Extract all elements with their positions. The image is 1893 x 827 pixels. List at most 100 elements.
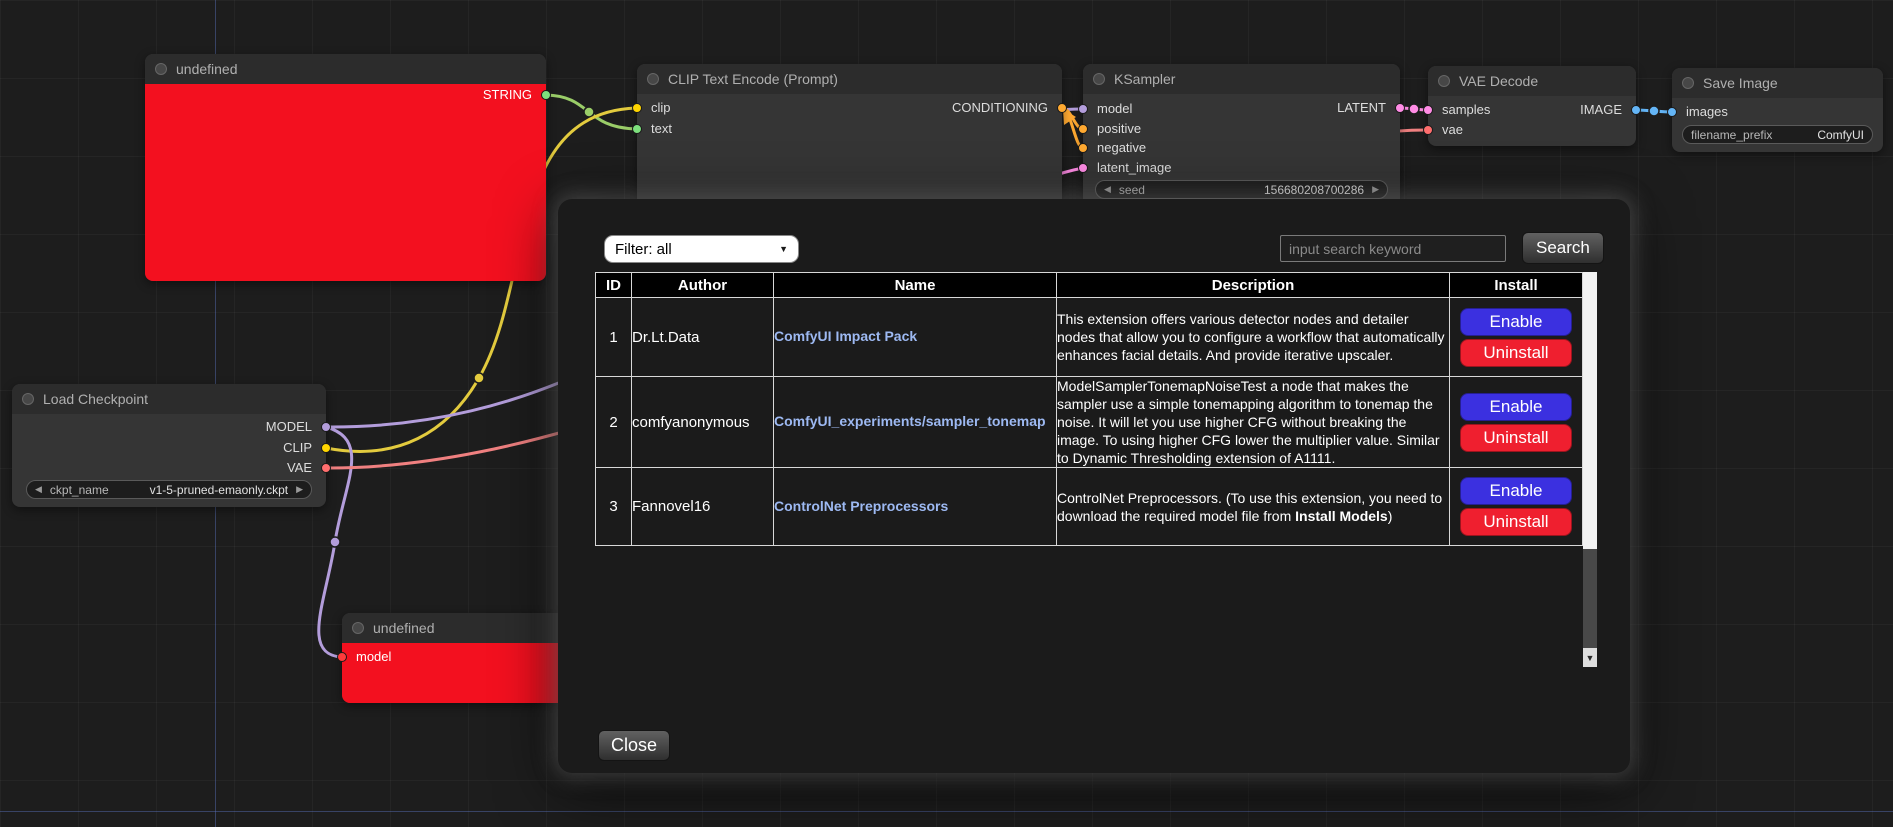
header-description: Description bbox=[1057, 273, 1450, 298]
node-title-text: undefined bbox=[373, 620, 435, 636]
input-slot-model: model bbox=[356, 647, 391, 667]
input-port-vae[interactable] bbox=[1423, 125, 1433, 135]
extension-description: ControlNet Preprocessors. (To use this e… bbox=[1057, 468, 1450, 546]
node-error-body bbox=[145, 84, 546, 281]
collapse-dot[interactable] bbox=[1093, 73, 1105, 85]
node-titlebar[interactable]: Load Checkpoint bbox=[12, 384, 326, 414]
input-slot-negative: negative bbox=[1097, 138, 1146, 158]
node-title-text: Save Image bbox=[1703, 75, 1778, 91]
output-slot-string: STRING bbox=[483, 85, 532, 105]
link-midpoint-dot bbox=[330, 537, 340, 547]
scrollbar-thumb[interactable] bbox=[1583, 272, 1597, 549]
link-midpoint-dot bbox=[1649, 106, 1659, 116]
header-author: Author bbox=[632, 273, 774, 298]
input-port-samples[interactable] bbox=[1423, 105, 1433, 115]
enable-button[interactable]: Enable bbox=[1460, 393, 1572, 421]
extension-name-cell: ControlNet Preprocessors bbox=[774, 468, 1057, 546]
ckpt-name-widget[interactable]: ◀ ckpt_name v1-5-pruned-emaonly.ckpt ▶ bbox=[26, 480, 312, 499]
ckpt-name-value: v1-5-pruned-emaonly.ckpt bbox=[150, 483, 289, 497]
input-port-text[interactable] bbox=[632, 124, 642, 134]
collapse-dot[interactable] bbox=[155, 63, 167, 75]
input-port-clip[interactable] bbox=[632, 103, 642, 113]
node-load-checkpoint[interactable]: Load Checkpoint MODEL CLIP VAE ◀ ckpt_na… bbox=[12, 384, 326, 507]
extension-id: 3 bbox=[596, 468, 632, 546]
input-slot-model: model bbox=[1097, 99, 1132, 119]
collapse-dot[interactable] bbox=[647, 73, 659, 85]
node-title-text: VAE Decode bbox=[1459, 73, 1538, 89]
node-titlebar[interactable]: Save Image bbox=[1672, 68, 1883, 98]
header-id: ID bbox=[596, 273, 632, 298]
node-save-image[interactable]: Save Image images filename_prefix ComfyU… bbox=[1672, 68, 1883, 152]
decrement-arrow-icon[interactable]: ◀ bbox=[1104, 180, 1111, 199]
extension-link[interactable]: ComfyUI Impact Pack bbox=[774, 328, 917, 344]
output-port-vae[interactable] bbox=[321, 463, 331, 473]
output-port-conditioning[interactable] bbox=[1057, 103, 1067, 113]
output-slot-model: MODEL bbox=[266, 417, 312, 437]
extension-id: 1 bbox=[596, 298, 632, 377]
extension-description: This extension offers various detector n… bbox=[1057, 298, 1450, 377]
uninstall-button[interactable]: Uninstall bbox=[1460, 339, 1572, 367]
output-slot-latent: LATENT bbox=[1337, 98, 1386, 118]
input-slot-positive: positive bbox=[1097, 119, 1141, 139]
node-titlebar[interactable]: KSampler bbox=[1083, 64, 1400, 94]
node-titlebar[interactable]: undefined bbox=[145, 54, 546, 84]
table-scrollbar[interactable]: ▼ bbox=[1583, 272, 1597, 667]
output-port-clip[interactable] bbox=[321, 443, 331, 453]
input-port-model[interactable] bbox=[337, 652, 347, 662]
extension-name-cell: ComfyUI_experiments/sampler_tonemap bbox=[774, 377, 1057, 468]
prev-arrow-icon[interactable]: ◀ bbox=[35, 480, 42, 499]
collapse-dot[interactable] bbox=[352, 622, 364, 634]
input-port-positive[interactable] bbox=[1078, 124, 1088, 134]
extension-description: ModelSamplerTonemapNoiseTest a node that… bbox=[1057, 377, 1450, 468]
input-port-images[interactable] bbox=[1667, 107, 1677, 117]
collapse-dot[interactable] bbox=[1682, 77, 1694, 89]
node-undefined-bottom[interactable]: undefined model bbox=[342, 613, 565, 703]
extension-author: comfyanonymous bbox=[632, 377, 774, 468]
scrollbar-down-button[interactable]: ▼ bbox=[1583, 648, 1597, 667]
enable-button[interactable]: Enable bbox=[1460, 477, 1572, 505]
node-undefined-top[interactable]: undefined STRING bbox=[145, 54, 546, 281]
extension-id: 2 bbox=[596, 377, 632, 468]
input-slot-latent-image: latent_image bbox=[1097, 158, 1171, 178]
table-header-row: ID Author Name Description Install bbox=[596, 273, 1583, 298]
uninstall-button[interactable]: Uninstall bbox=[1460, 508, 1572, 536]
extension-link[interactable]: ControlNet Preprocessors bbox=[774, 498, 948, 514]
next-arrow-icon[interactable]: ▶ bbox=[296, 480, 303, 499]
filename-prefix-widget[interactable]: filename_prefix ComfyUI bbox=[1682, 125, 1873, 144]
manager-extension-dialog: Filter: all ▼ Search ID Author Name Desc… bbox=[558, 199, 1630, 773]
node-vae-decode[interactable]: VAE Decode samples vae IMAGE bbox=[1428, 66, 1636, 146]
filename-prefix-value: ComfyUI bbox=[1817, 128, 1864, 142]
ckpt-name-label: ckpt_name bbox=[50, 483, 109, 497]
collapse-dot[interactable] bbox=[22, 393, 34, 405]
search-button[interactable]: Search bbox=[1522, 232, 1604, 264]
output-slot-image: IMAGE bbox=[1580, 100, 1622, 120]
input-port-model[interactable] bbox=[1078, 104, 1088, 114]
output-slot-clip: CLIP bbox=[283, 438, 312, 458]
uninstall-button[interactable]: Uninstall bbox=[1460, 424, 1572, 452]
search-input[interactable] bbox=[1280, 235, 1506, 262]
link-midpoint-dot bbox=[584, 107, 594, 117]
table-row: 2 comfyanonymous ComfyUI_experiments/sam… bbox=[596, 377, 1583, 468]
output-port-image[interactable] bbox=[1631, 105, 1641, 115]
header-name: Name bbox=[774, 273, 1057, 298]
filter-select[interactable]: Filter: all bbox=[604, 235, 799, 263]
collapse-dot[interactable] bbox=[1438, 75, 1450, 87]
close-button[interactable]: Close bbox=[598, 730, 670, 761]
output-port-latent[interactable] bbox=[1395, 103, 1405, 113]
filter-dropdown-wrap: Filter: all ▼ bbox=[604, 235, 799, 263]
input-port-latent-image[interactable] bbox=[1078, 163, 1088, 173]
node-titlebar[interactable]: CLIP Text Encode (Prompt) bbox=[637, 64, 1062, 94]
input-slot-vae: vae bbox=[1442, 120, 1463, 140]
seed-widget[interactable]: ◀ seed 156680208700286 ▶ bbox=[1095, 180, 1388, 199]
output-slot-conditioning: CONDITIONING bbox=[952, 98, 1048, 118]
node-titlebar[interactable]: undefined bbox=[342, 613, 565, 643]
increment-arrow-icon[interactable]: ▶ bbox=[1372, 180, 1379, 199]
output-port-model[interactable] bbox=[321, 422, 331, 432]
input-port-negative[interactable] bbox=[1078, 143, 1088, 153]
install-cell: Enable Uninstall bbox=[1450, 377, 1583, 468]
enable-button[interactable]: Enable bbox=[1460, 308, 1572, 336]
output-port-string[interactable] bbox=[541, 90, 551, 100]
extension-link[interactable]: ComfyUI_experiments/sampler_tonemap bbox=[774, 413, 1046, 429]
node-titlebar[interactable]: VAE Decode bbox=[1428, 66, 1636, 96]
extension-name-cell: ComfyUI Impact Pack bbox=[774, 298, 1057, 377]
